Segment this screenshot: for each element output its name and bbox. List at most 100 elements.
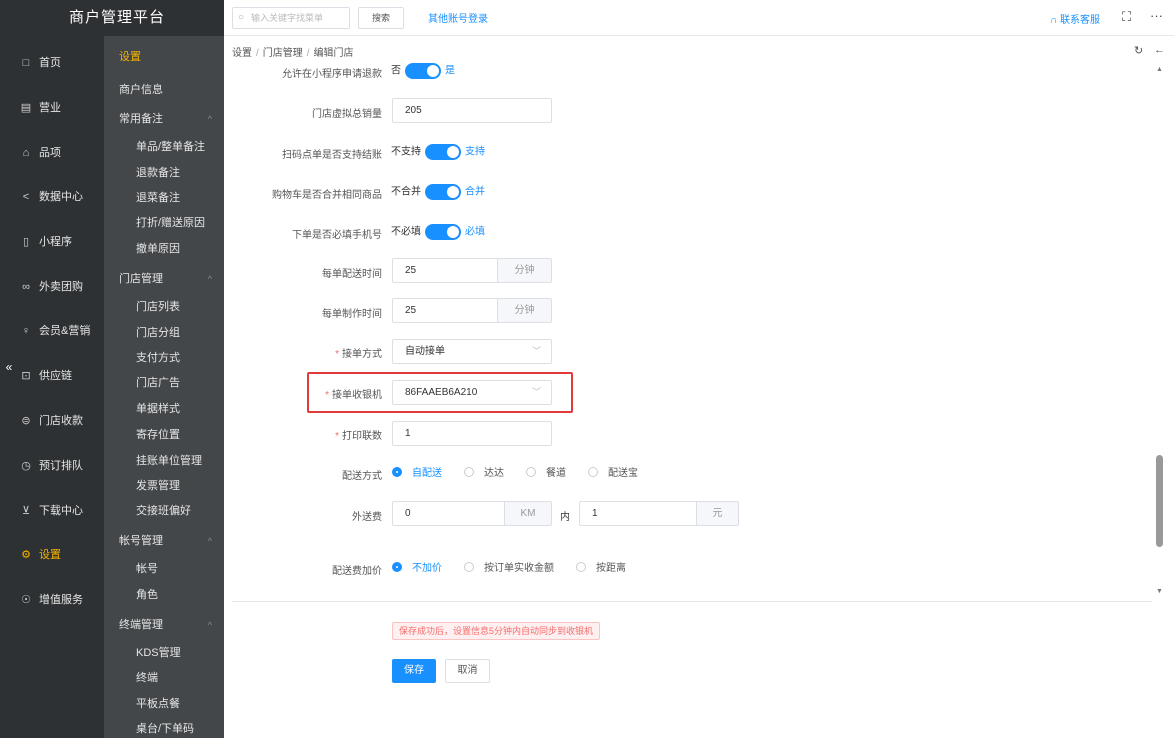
accept-cashier-label: * 接单收银机 [325,390,382,401]
secondary-nav-item-0[interactable]: 设置 [104,47,224,67]
secondary-nav-label: 退菜备注 [136,192,180,204]
breadcrumb-item[interactable]: 门店管理 [263,48,303,59]
secondary-nav-item-13[interactable]: 单据样式 [104,399,224,419]
accept-mode-select[interactable]: 自动接单 ﹀ [392,339,552,364]
radio-candao[interactable]: 餐道 [526,467,566,481]
nav-item-9[interactable]: ◷ 预订排队 [0,454,104,478]
secondary-nav-item-3[interactable]: 单品/整单备注 [104,137,224,157]
chevron-up-icon: ^ [207,114,212,124]
nav-icon: ◷ [21,460,31,472]
accept-cashier-select[interactable]: 86FAAEB6A210 ﹀ [392,380,552,405]
divider [232,601,1152,602]
radio-self-delivery[interactable]: 自配送 [392,467,442,481]
nav-item-11[interactable]: ⚙ 设置 [0,543,104,567]
secondary-nav-item-5[interactable]: 退菜备注 [104,188,224,208]
refund-switch[interactable]: 否是 [391,63,455,80]
secondary-nav-item-12[interactable]: 门店广告 [104,373,224,393]
secondary-nav-item-20[interactable]: 角色 [104,585,224,605]
merge-cart-switch[interactable]: 不合并 合并 [391,184,485,201]
radio-dada[interactable]: 达达 [464,467,504,481]
nav-item-0[interactable]: □ 首页 [0,51,104,75]
toggle-switch[interactable] [425,184,461,200]
secondary-nav-item-1[interactable]: 商户信息 [104,80,224,100]
secondary-nav-item-17[interactable]: 交接班偏好 [104,501,224,521]
secondary-nav-item-18[interactable]: 帐号管理 ^ [104,531,224,551]
secondary-nav-label: 商户信息 [119,84,163,96]
print-copies-input[interactable]: 1 [392,421,552,446]
secondary-nav-item-8[interactable]: 门店管理 ^ [104,269,224,289]
make-time-unit: 分钟 [497,298,552,323]
sync-tip: 保存成功后，设置信息5分钟内自动同步到收银机 [392,622,601,640]
scan-checkout-switch[interactable]: 不支持 支持 [391,144,485,161]
nav-item-4[interactable]: ▯ 小程序 [0,230,104,254]
nav-item-1[interactable]: ▤ 营业 [0,96,104,120]
secondary-nav-item-14[interactable]: 寄存位置 [104,425,224,445]
secondary-nav-label: 门店列表 [136,301,180,313]
secondary-nav-label: 设置 [119,51,141,63]
secondary-nav-item-6[interactable]: 打折/赠送原因 [104,213,224,233]
secondary-nav-label: 门店分组 [136,327,180,339]
search-icon: ○ [238,12,245,23]
scroll-down-icon[interactable]: ▼ [1156,588,1163,595]
virtual-sales-input[interactable]: 205 [392,98,552,123]
secondary-nav-item-23[interactable]: 终端 [104,668,224,688]
secondary-nav-item-25[interactable]: 桌台/下单码 [104,719,224,738]
nav-item-2[interactable]: ⌂ 品项 [0,141,104,165]
secondary-nav-item-15[interactable]: 挂账单位管理 [104,451,224,471]
delivery-time-input[interactable]: 25 [392,258,498,283]
nav-item-3[interactable]: < 数据中心 [0,185,104,209]
secondary-nav-label: 帐号 [136,563,158,575]
delivery-fee-input[interactable]: 1 [579,501,697,526]
secondary-nav-label: 支付方式 [136,352,180,364]
nav-item-12[interactable]: ☉ 增值服务 [0,588,104,612]
back-arrow-icon[interactable]: ← [1154,44,1165,56]
fullscreen-icon[interactable]: ⛶ [1122,9,1131,25]
phone-required-switch[interactable]: 不必填 必填 [391,224,485,241]
toggle-switch[interactable] [405,63,441,79]
radio-by-distance[interactable]: 按距离 [576,562,626,576]
refresh-icon[interactable]: ↻ [1134,44,1143,57]
delivery-mode-label: 配送方式 [342,471,382,482]
radio-peisongbao[interactable]: 配送宝 [588,467,638,481]
toggle-switch[interactable] [425,224,461,240]
make-time-input[interactable]: 25 [392,298,498,323]
scrollbar-thumb[interactable] [1156,455,1163,547]
nav-item-6[interactable]: ♀ 会员&营销 [0,319,104,343]
contact-support-link[interactable]: ∩ 联系客服 [1050,11,1100,26]
radio-no-markup[interactable]: 不加价 [392,562,442,576]
nav-icon: ⊡ [21,370,31,382]
nav-item-10[interactable]: ⊻ 下载中心 [0,499,104,523]
breadcrumb-item[interactable]: 设置 [232,48,252,59]
breadcrumb-item: 编辑门店 [313,48,354,59]
secondary-nav-item-24[interactable]: 平板点餐 [104,694,224,714]
chevron-up-icon: ^ [207,536,212,546]
scroll-up-icon[interactable]: ▲ [1156,66,1163,73]
nav-icon: ▯ [22,236,30,248]
secondary-nav-item-7[interactable]: 撤单原因 [104,239,224,259]
delivery-distance-input[interactable]: 0 [392,501,505,526]
secondary-nav-item-16[interactable]: 发票管理 [104,476,224,496]
secondary-nav-label: 交接班偏好 [136,505,191,517]
secondary-nav-item-21[interactable]: 终端管理 ^ [104,615,224,635]
nav-item-5[interactable]: ∞ 外卖团购 [0,275,104,299]
secondary-nav-item-22[interactable]: KDS管理 [104,643,224,663]
search-button[interactable]: 搜索 [358,7,404,29]
chevron-down-icon: ﹀ [531,346,541,356]
radio-by-order-amount[interactable]: 按订单实收金额 [464,562,554,576]
cancel-button[interactable]: 取消 [445,659,490,683]
secondary-nav-item-19[interactable]: 帐号 [104,559,224,579]
secondary-nav-item-4[interactable]: 退款备注 [104,163,224,183]
nav-item-8[interactable]: ⊜ 门店收款 [0,409,104,433]
secondary-nav-item-11[interactable]: 支付方式 [104,348,224,368]
secondary-nav-item-10[interactable]: 门店分组 [104,323,224,343]
nav-icon: ☉ [21,594,31,606]
save-button[interactable]: 保存 [392,659,436,683]
secondary-nav-label: 发票管理 [136,480,180,492]
secondary-nav-label: 单品/整单备注 [136,141,206,153]
other-account-login-link[interactable]: 其他账号登录 [428,10,488,25]
secondary-nav-item-2[interactable]: 常用备注 ^ [104,109,224,129]
more-icon[interactable]: ··· [1150,8,1163,23]
secondary-nav-item-9[interactable]: 门店列表 [104,297,224,317]
menu-search-input[interactable]: ○ 输入关键字找菜单 [232,7,350,29]
toggle-switch[interactable] [425,144,461,160]
